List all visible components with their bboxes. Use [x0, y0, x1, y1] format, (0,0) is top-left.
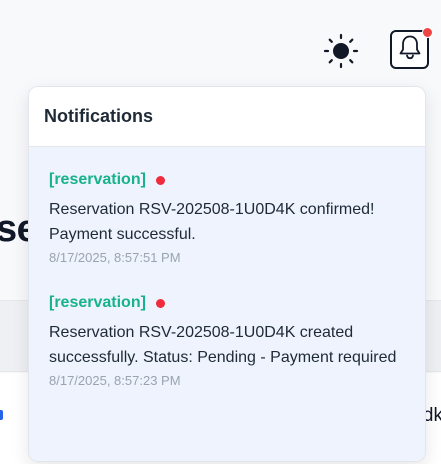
- notification-item[interactable]: [reservation] Reservation RSV-202508-1U0…: [29, 268, 425, 391]
- unread-indicator: [422, 27, 433, 38]
- notification-type-row: [reservation]: [49, 169, 405, 191]
- notifications-dropdown: Notifications [reservation] Reservation …: [28, 86, 426, 462]
- notifications-header: Notifications: [29, 87, 425, 147]
- theme-toggle-button[interactable]: [322, 33, 360, 74]
- bell-icon: [396, 33, 424, 66]
- notification-timestamp: 8/17/2025, 8:57:23 PM: [49, 373, 181, 388]
- notifications-title: Notifications: [44, 106, 154, 126]
- notification-item[interactable]: [reservation] Reservation RSV-202508-1U0…: [29, 147, 425, 268]
- notifications-list: [reservation] Reservation RSV-202508-1U0…: [29, 147, 425, 461]
- unread-dot: [155, 298, 165, 308]
- row-marker: [0, 410, 3, 420]
- notifications-button[interactable]: [390, 27, 433, 69]
- unread-dot: [155, 175, 165, 185]
- notification-message: Reservation RSV-202508-1U0D4K confirmed!…: [49, 201, 375, 243]
- notification-type: [reservation]: [49, 294, 146, 311]
- notification-type-row: [reservation]: [49, 292, 405, 314]
- sun-icon: [323, 33, 359, 74]
- notification-message: Reservation RSV-202508-1U0D4K created su…: [49, 324, 397, 366]
- notification-type: [reservation]: [49, 171, 146, 188]
- notification-timestamp: 8/17/2025, 8:57:51 PM: [49, 250, 181, 265]
- page: se dk Notifications [reservation] Reserv…: [0, 0, 441, 464]
